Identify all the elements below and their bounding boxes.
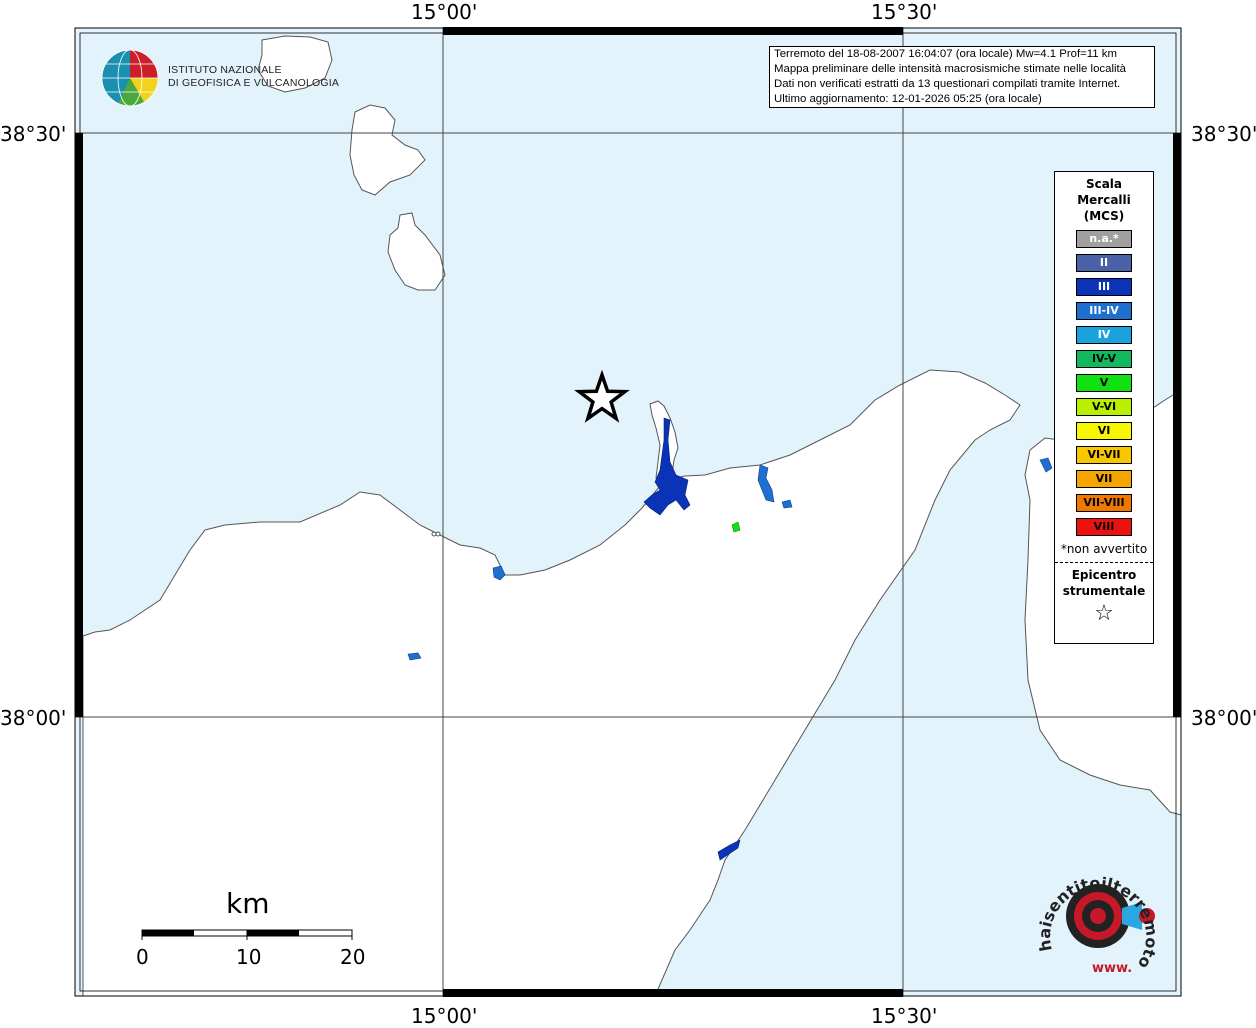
lat-label-left-38-30: 38°30' bbox=[0, 122, 67, 146]
lon-label-bottom-15-30: 15°30' bbox=[871, 1004, 938, 1028]
legend-items: n.a.* II III III-IV IV IV-V V V-VI VI VI-VII VII VI… bbox=[1055, 230, 1153, 536]
scale-unit: km bbox=[226, 887, 270, 920]
legend-title-line3: (MCS) bbox=[1083, 209, 1125, 223]
ingv-line1: ISTITUTO NAZIONALE bbox=[168, 64, 282, 76]
frame-bar-left bbox=[75, 133, 83, 717]
legend-item-ii: II bbox=[1076, 254, 1132, 272]
event-info-line2: Mappa preliminare delle intensità macros… bbox=[774, 63, 1127, 75]
legend-title: Scala Mercalli (MCS) bbox=[1055, 176, 1153, 224]
legend-separator bbox=[1055, 562, 1153, 563]
legend-epicenter-label: Epicentro strumentale bbox=[1055, 567, 1153, 599]
lon-label-bottom-15-00: 15°00' bbox=[411, 1004, 478, 1028]
lon-label-top-15-30: 15°30' bbox=[871, 0, 938, 24]
legend-item-viii: VIII bbox=[1076, 518, 1132, 536]
event-info-line3: Dati non verificati estratti da 13 quest… bbox=[774, 78, 1121, 90]
frame-bar-right bbox=[1173, 133, 1181, 717]
legend-item-v: V bbox=[1076, 374, 1132, 392]
legend-item-v-vi: V-VI bbox=[1076, 398, 1132, 416]
lat-label-right-38-00: 38°00' bbox=[1191, 706, 1256, 730]
legend-item-n-a-: n.a.* bbox=[1076, 230, 1132, 248]
legend-epi-line2: strumentale bbox=[1062, 584, 1146, 598]
lon-label-top-15-00: 15°00' bbox=[411, 0, 478, 24]
lat-label-left-38-00: 38°00' bbox=[0, 706, 67, 730]
legend-item-vi: VI bbox=[1076, 422, 1132, 440]
event-info-line4: Ultimo aggiornamento: 12-01-2026 05:25 (… bbox=[774, 93, 1042, 105]
mcs-legend: Scala Mercalli (MCS) n.a.* II III III-IV IV I… bbox=[1054, 171, 1154, 644]
legend-item-iii-iv: III-IV bbox=[1076, 302, 1132, 320]
frame-bar-bottom bbox=[443, 989, 903, 997]
legend-note: *non avvertito bbox=[1060, 542, 1148, 556]
legend-item-vii-viii: VII-VIII bbox=[1076, 494, 1132, 512]
islet bbox=[431, 531, 437, 537]
ingv-line2: DI GEOFISICA E VULCANOLOGIA bbox=[168, 77, 340, 89]
scale-label-0: 0 bbox=[136, 945, 149, 969]
haisentito-target-icon: haisentitoilterremoto.it www. bbox=[1030, 860, 1162, 976]
event-info-box: Terremoto del 18-08-2007 16:04:07 (ora l… bbox=[769, 46, 1155, 108]
legend-epi-line1: Epicentro bbox=[1071, 568, 1137, 582]
legend-item-iii: III bbox=[1076, 278, 1132, 296]
ingv-globe-icon bbox=[101, 49, 159, 107]
event-info-line1: Terremoto del 18-08-2007 16:04:07 (ora l… bbox=[774, 48, 1117, 60]
scale-label-20: 20 bbox=[340, 945, 366, 969]
legend-title-line2: Mercalli bbox=[1077, 193, 1131, 207]
lat-label-right-38-30: 38°30' bbox=[1191, 122, 1256, 146]
legend-item-iv-v: IV-V bbox=[1076, 350, 1132, 368]
frame-bar-top bbox=[443, 27, 903, 35]
legend-title-line1: Scala bbox=[1085, 177, 1123, 191]
legend-item-vi-vii: VI-VII bbox=[1076, 446, 1132, 464]
scale-label-10: 10 bbox=[236, 945, 262, 969]
haisentito-www-text: www. bbox=[1092, 961, 1132, 976]
ingv-logo-text: ISTITUTO NAZIONALE DI GEOFISICA E VULCAN… bbox=[168, 64, 339, 90]
islet bbox=[435, 531, 441, 537]
legend-item-vii: VII bbox=[1076, 470, 1132, 488]
legend-star-icon: ☆ bbox=[1094, 601, 1114, 626]
legend-item-iv: IV bbox=[1076, 326, 1132, 344]
